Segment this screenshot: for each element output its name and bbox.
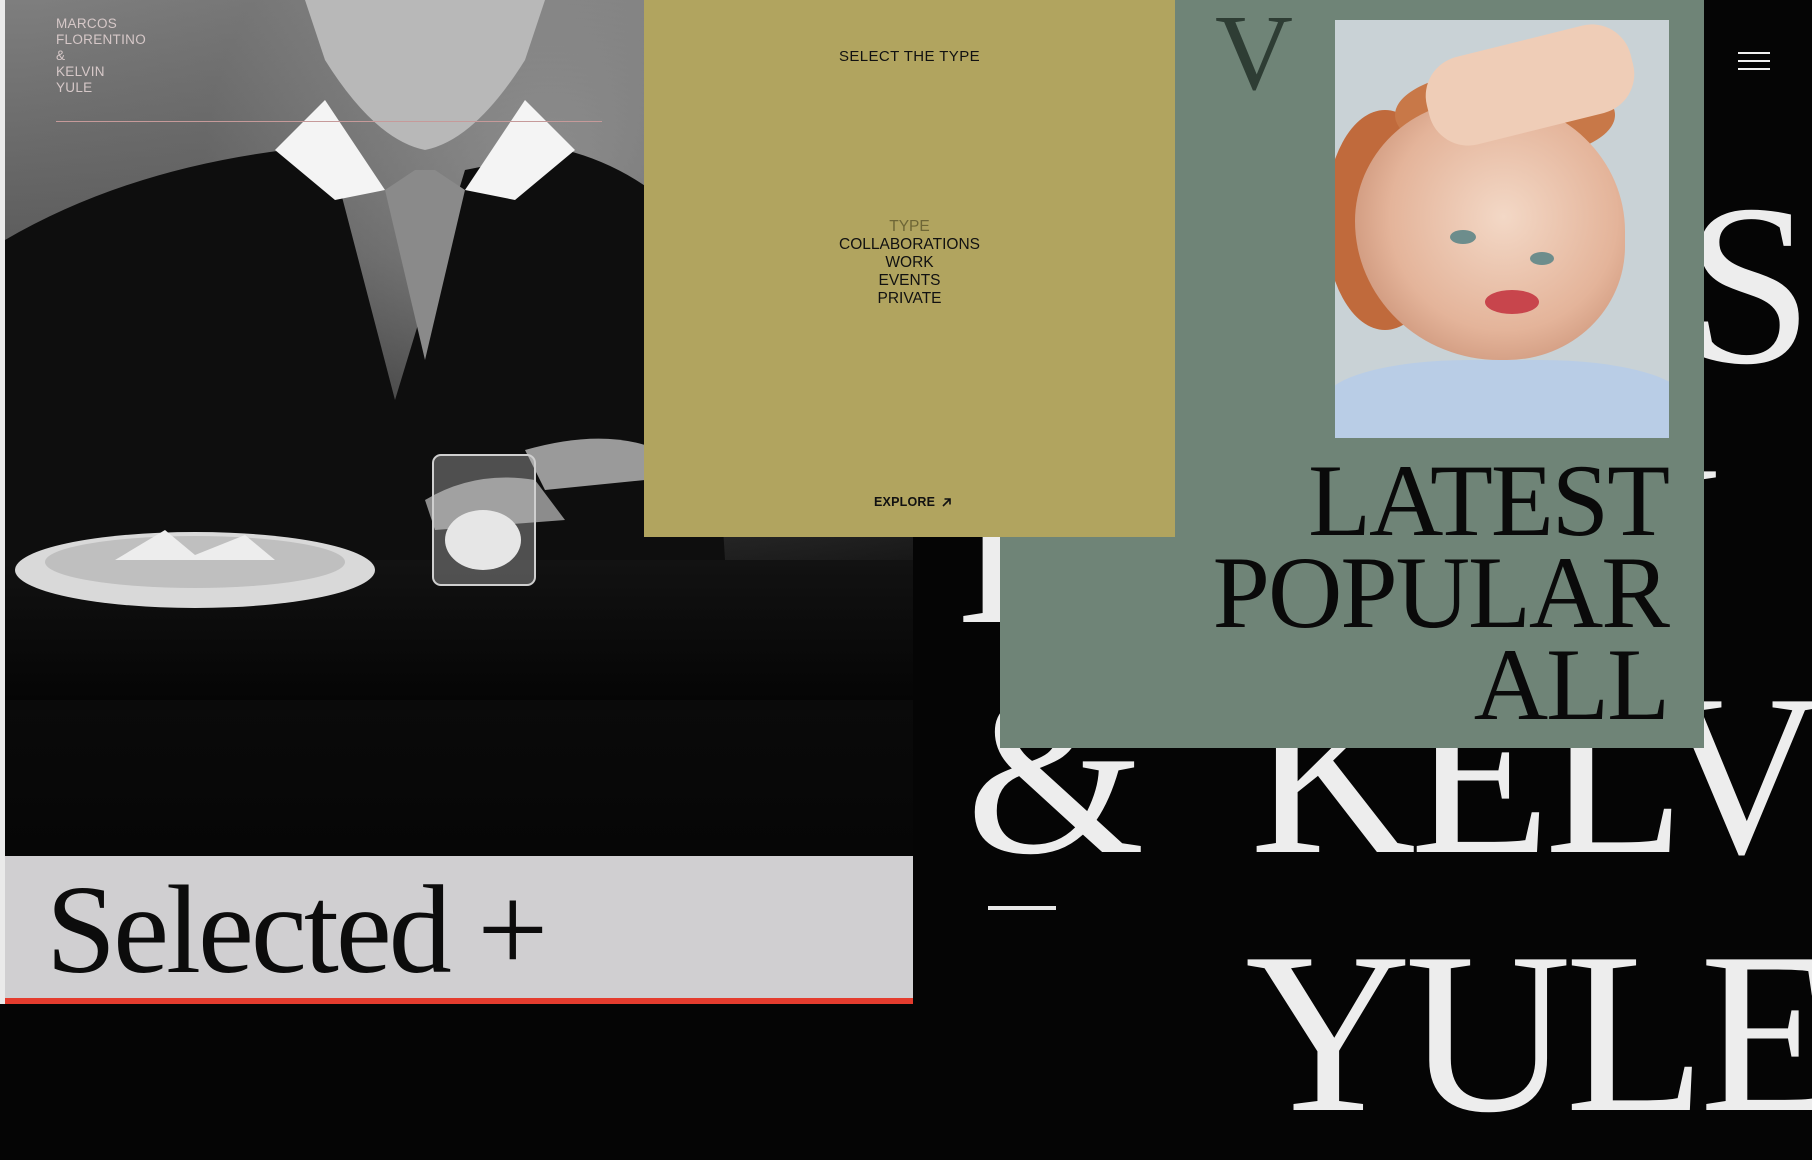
brand-name-line: FLORENTINO (56, 32, 147, 47)
brand-name-line: YULE (56, 80, 93, 95)
hamburger-menu-icon[interactable] (1738, 50, 1770, 72)
panel-title: SELECT THE TYPE (838, 48, 981, 65)
accent-rule (5, 998, 913, 1004)
sort-option-latest[interactable]: LATEST (1213, 450, 1670, 553)
dash-divider (988, 906, 1056, 910)
brand-name-line: KELVIN (56, 64, 105, 79)
sort-option-popular[interactable]: POPULAR (1213, 542, 1670, 645)
divider (56, 121, 602, 122)
type-option-collaborations[interactable]: COLLABORATIONS (644, 236, 1175, 254)
explore-link[interactable]: EXPLORE (874, 495, 952, 509)
type-option-events[interactable]: EVENTS (644, 272, 1175, 290)
type-menu: TYPE COLLABORATIONS WORK EVENTS PRIVATE (644, 218, 1175, 308)
brand-name[interactable]: MARCOS FLORENTINO & KELVIN YULE (56, 16, 146, 96)
featured-portrait-photo[interactable] (1335, 20, 1669, 438)
type-option-private[interactable]: PRIVATE (644, 290, 1175, 308)
sort-option-all[interactable]: ALL (1213, 634, 1670, 737)
sort-options: LATEST POPULAR ALL (1213, 450, 1670, 737)
background-word-yule: YULE (1245, 905, 1812, 1160)
arrow-up-right-icon (942, 497, 951, 507)
brand-name-line: & (56, 48, 66, 63)
explore-label: EXPLORE (874, 495, 936, 509)
type-option-work[interactable]: WORK (644, 254, 1175, 272)
brand-name-line: MARCOS (56, 16, 118, 31)
selected-label[interactable]: Selected + (46, 868, 548, 994)
monogram-logo[interactable]: V (1215, 0, 1293, 108)
type-menu-heading: TYPE (889, 218, 930, 235)
